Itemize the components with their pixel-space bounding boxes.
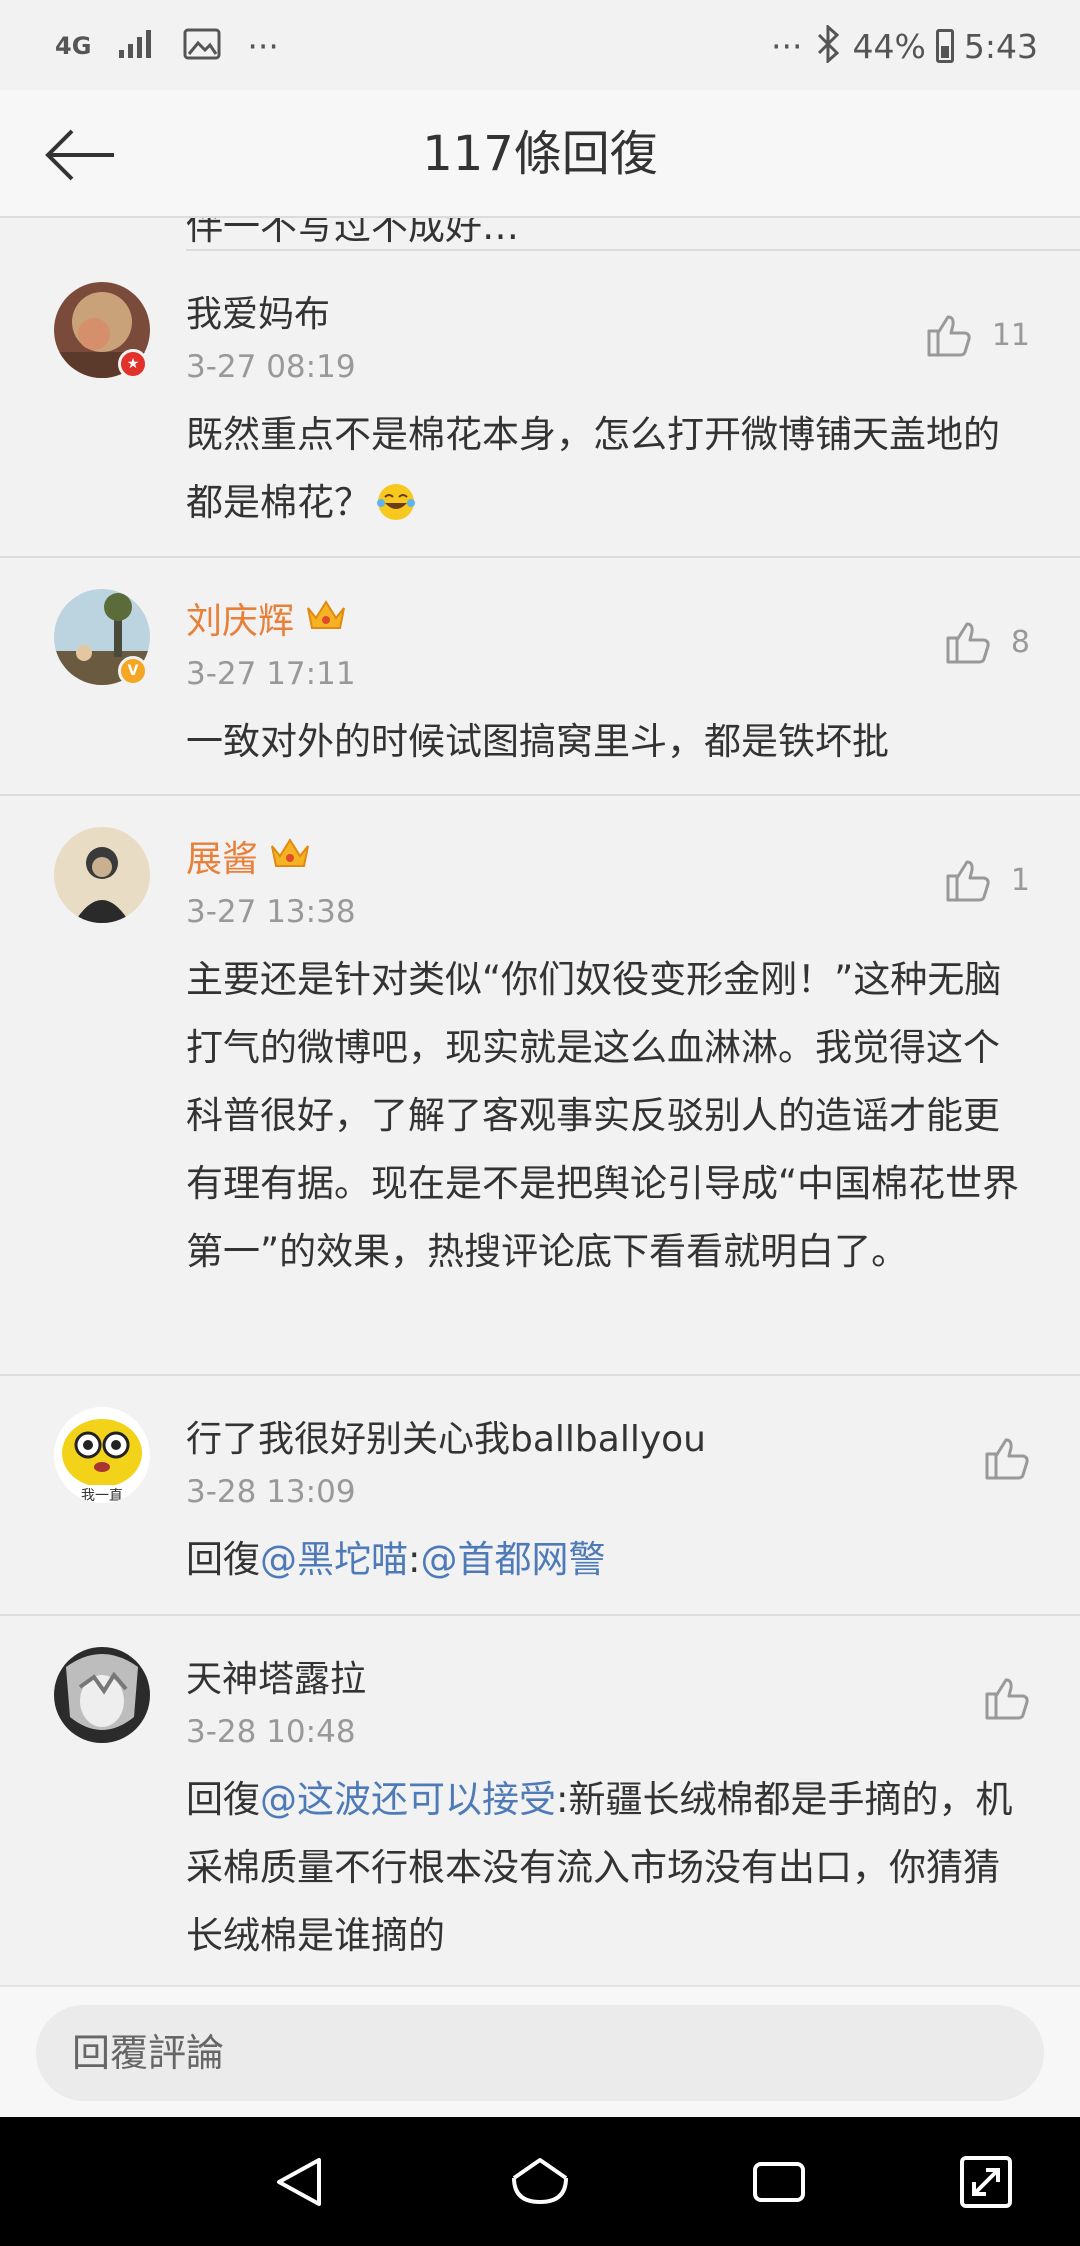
thumbs-up-icon bbox=[985, 1438, 1029, 1480]
like-button[interactable]: 1 bbox=[945, 858, 1030, 902]
comment-text: 回復@这波还可以接受:新疆长绒棉都是手摘的，机采棉质量不行根本没有流入市场没有出… bbox=[186, 1778, 1013, 1957]
comment-list[interactable]: 伴一不写过不成好… ★ 我爱妈布 3-27 08:19 既然重点不是棉花本身，怎… bbox=[0, 218, 1080, 1985]
thumbs-up-icon bbox=[946, 622, 990, 664]
like-count: 1 bbox=[1010, 862, 1030, 898]
vip-crown-icon bbox=[268, 832, 312, 881]
system-expand-button[interactable] bbox=[951, 2149, 1021, 2215]
laugh-cry-emoji-icon bbox=[371, 481, 417, 524]
comment-item[interactable]: 我一直 行了我很好别关心我ballballyou 3-28 13:09 回復@黑… bbox=[0, 1376, 1080, 1616]
avatar[interactable] bbox=[54, 827, 150, 923]
network-4g-icon: 4G bbox=[55, 32, 92, 60]
back-triangle-icon bbox=[277, 2158, 321, 2206]
like-count: 11 bbox=[991, 317, 1030, 353]
recents-icon bbox=[753, 2162, 805, 2202]
comment-text: 主要还是针对类似“你们奴役变形金刚！”这种无脑打气的微博吧，现实就是这么血淋淋。… bbox=[186, 958, 1020, 1273]
signal-icon bbox=[117, 28, 157, 64]
back-button[interactable] bbox=[40, 115, 120, 195]
svg-text:我一直: 我一直 bbox=[81, 1487, 123, 1503]
like-count: 8 bbox=[1010, 624, 1030, 660]
avatar[interactable] bbox=[54, 1647, 150, 1743]
system-home-button[interactable] bbox=[505, 2149, 575, 2215]
page-title: 117條回復 bbox=[422, 126, 658, 182]
arrow-left-icon bbox=[45, 129, 114, 181]
official-badge-icon: ★ bbox=[118, 349, 148, 379]
previous-comment-fragment: 伴一不写过不成好… bbox=[186, 218, 1080, 251]
expand-icon bbox=[960, 2156, 1012, 2208]
comment-time: 3-27 17:11 bbox=[186, 656, 356, 692]
mention-link[interactable]: @这波还可以接受 bbox=[260, 1778, 556, 1821]
status-bar: 4G ··· ··· 44% 5:43 bbox=[0, 0, 1080, 90]
like-button[interactable] bbox=[984, 1676, 1030, 1720]
bluetooth-icon bbox=[813, 23, 843, 67]
thumbs-up-icon bbox=[946, 860, 990, 902]
like-button[interactable]: 8 bbox=[945, 620, 1030, 664]
battery-percent: 44% bbox=[852, 26, 926, 66]
comment-item[interactable]: V 刘庆辉 3-27 17:11 一致对外的时候试图搞窝里斗，都是铁坏批 8 bbox=[0, 558, 1080, 796]
thumbs-up-icon bbox=[985, 1678, 1029, 1720]
system-back-button[interactable] bbox=[264, 2149, 334, 2215]
vip-crown-icon bbox=[304, 594, 348, 643]
comment-time: 3-27 08:19 bbox=[186, 349, 356, 385]
username[interactable]: 天神塔露拉 bbox=[186, 1650, 1026, 1702]
mention-link[interactable]: @首都网警 bbox=[420, 1538, 605, 1581]
reply-input[interactable] bbox=[36, 2005, 1044, 2101]
thumbs-up-icon bbox=[927, 315, 971, 357]
comment-item[interactable]: 天神塔露拉 3-28 10:48 回復@这波还可以接受:新疆长绒棉都是手摘的，机… bbox=[0, 1616, 1080, 1985]
username[interactable]: 展酱 bbox=[186, 830, 1026, 882]
reply-bar bbox=[0, 1985, 1080, 2117]
comment-time: 3-28 13:09 bbox=[186, 1474, 356, 1510]
username[interactable]: 行了我很好别关心我ballballyou bbox=[186, 1410, 1026, 1462]
username[interactable]: 我爱妈布 bbox=[186, 285, 1026, 337]
gallery-icon bbox=[183, 28, 221, 64]
home-icon bbox=[512, 2158, 568, 2205]
comment-text: 一致对外的时候试图搞窝里斗，都是铁坏批 bbox=[186, 720, 889, 763]
battery-icon bbox=[935, 29, 954, 63]
clock: 5:43 bbox=[963, 26, 1038, 66]
comment-time: 3-28 10:48 bbox=[186, 1714, 356, 1750]
system-navigation-bar bbox=[0, 2117, 1080, 2246]
comment-text: 回復@黑坨喵:@首都网警 bbox=[186, 1538, 606, 1581]
more-status-icon: ··· bbox=[771, 26, 803, 66]
verified-badge-icon: V bbox=[118, 656, 148, 686]
comment-item[interactable]: ★ 我爱妈布 3-27 08:19 既然重点不是棉花本身，怎么打开微博铺天盖地的… bbox=[0, 251, 1080, 558]
username[interactable]: 刘庆辉 bbox=[186, 592, 1026, 644]
like-button[interactable]: 11 bbox=[926, 313, 1030, 357]
like-button[interactable] bbox=[984, 1436, 1030, 1480]
header-bar: 117條回復 bbox=[0, 90, 1080, 218]
system-recents-button[interactable] bbox=[744, 2149, 814, 2215]
more-notifications-icon: ··· bbox=[247, 26, 279, 66]
comment-item[interactable]: 展酱 3-27 13:38 主要还是针对类似“你们奴役变形金刚！”这种无脑打气的… bbox=[0, 796, 1080, 1376]
avatar[interactable]: 我一直 bbox=[54, 1407, 150, 1503]
comment-time: 3-27 13:38 bbox=[186, 894, 356, 930]
comment-text: 既然重点不是棉花本身，怎么打开微博铺天盖地的都是棉花？ bbox=[186, 413, 1000, 524]
mention-link[interactable]: @黑坨喵 bbox=[260, 1538, 408, 1581]
